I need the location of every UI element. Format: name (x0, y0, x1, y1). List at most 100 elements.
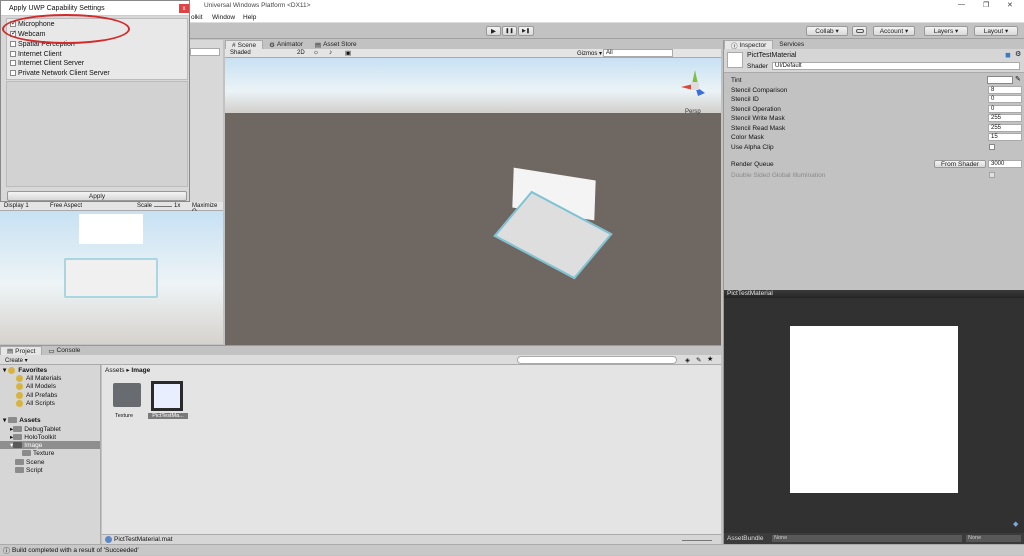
toggle-2d-button[interactable]: 2D (297, 50, 305, 56)
render-queue-mode-dropdown[interactable]: From Shader (934, 160, 986, 168)
shading-mode-dropdown[interactable]: Shaded (230, 50, 292, 56)
shader-dropdown[interactable]: UI/Default (772, 62, 1020, 70)
icon-size-slider[interactable] (682, 540, 712, 541)
dialog-close-button[interactable]: x (179, 4, 189, 13)
assets-header[interactable]: ▾ Assets (3, 416, 41, 424)
prop-value-color-mask[interactable]: 15 (988, 133, 1022, 141)
prop-label-stencil-comparison: Stencil Comparison (731, 87, 788, 94)
display-dropdown[interactable]: Display 1 (4, 203, 29, 209)
tab-scene[interactable]: # Scene (225, 40, 264, 49)
effects-icon[interactable]: ▣ (345, 49, 351, 57)
use-alpha-clip-checkbox[interactable] (989, 144, 995, 150)
eyedropper-icon[interactable]: ✎ (1015, 75, 1021, 83)
collab-button[interactable]: Collab ▾ (806, 26, 848, 36)
tree-item-scene[interactable]: Scene (15, 459, 44, 466)
capability-internet-client-server[interactable]: Internet Client Server (10, 60, 84, 67)
hierarchy-search[interactable] (190, 48, 220, 56)
favorite-item[interactable]: All Scripts (16, 400, 55, 407)
favorites-header[interactable]: ▾ Favorites (3, 366, 47, 374)
scale-slider[interactable] (154, 206, 172, 207)
tree-item-image-selected[interactable]: ▾ Image (0, 441, 100, 449)
scale-value: 1x (174, 203, 181, 209)
help-icon[interactable]: ◼ (1005, 51, 1011, 59)
prop-value-stencil-operation[interactable]: 0 (988, 105, 1022, 113)
tab-project[interactable]: ▤ Project (0, 346, 43, 355)
aspect-dropdown[interactable]: Free Aspect (50, 203, 82, 209)
internet-client-server-checkbox[interactable] (10, 60, 16, 67)
filter-type-icon[interactable]: ◈ (685, 356, 690, 364)
double-sided-gi-label: Double Sided Global Illumination (731, 172, 826, 179)
tree-item-debugtablet[interactable]: ▸ DebugTablet (10, 425, 61, 433)
prop-value-stencil-id[interactable]: 0 (988, 95, 1022, 103)
render-queue-label: Render Queue (731, 161, 774, 168)
pause-button[interactable]: ❚❚ (502, 26, 517, 36)
material-thumbnail (727, 52, 743, 68)
menu-item-window[interactable]: Window (212, 14, 235, 21)
layout-dropdown[interactable]: Layout ▾ (974, 26, 1018, 36)
layers-dropdown[interactable]: Layers ▾ (924, 26, 968, 36)
tab-asset-store[interactable]: ▤ Asset Store (309, 40, 363, 49)
project-search-input[interactable] (517, 356, 677, 364)
menu-item-toolkit[interactable]: olkit (191, 14, 203, 21)
tab-animator[interactable]: ⚙ Animator (263, 40, 309, 49)
asset-item-material[interactable]: PictTestMa... (148, 381, 188, 421)
create-dropdown[interactable]: Create ▾ (5, 357, 28, 364)
render-queue-value[interactable]: 3000 (988, 160, 1022, 168)
capability-internet-client[interactable]: Internet Client (10, 51, 62, 58)
prop-value-stencil-read-mask[interactable]: 255 (988, 124, 1022, 132)
step-button[interactable]: ▶❚ (518, 26, 534, 36)
play-button[interactable]: ▶ (486, 26, 501, 36)
settings-gear-icon[interactable]: ⚙ (1015, 50, 1021, 58)
breadcrumb-root[interactable]: Assets (105, 367, 125, 374)
favorite-item[interactable]: All Materials (16, 375, 61, 382)
tab-console[interactable]: ▭ Console (42, 346, 86, 355)
scene-tab-icon: # (232, 41, 236, 49)
tree-item-holotoolkit[interactable]: ▸ HoloToolkit (10, 433, 56, 441)
prop-value-stencil-comparison[interactable]: 8 (988, 86, 1022, 94)
scene-gizmo[interactable] (677, 68, 713, 104)
expand-arrow-icon: ▾ (3, 367, 7, 374)
dialog-title: Apply UWP Capability Settings (9, 5, 105, 12)
status-message[interactable]: Build completed with a result of 'Succee… (12, 547, 139, 554)
tree-item-script[interactable]: Script (15, 467, 43, 474)
tab-services[interactable]: Services (773, 40, 810, 49)
prop-value-stencil-write-mask[interactable]: 255 (988, 114, 1022, 122)
gizmos-dropdown[interactable]: Gizmos ▾ (577, 50, 602, 57)
project-panel: ▤ Project ▭ Console Create ▾ ◈ ✎ ★ ▾ Favori… (0, 345, 721, 545)
breadcrumb-current[interactable]: Image (131, 367, 150, 374)
annotation-circle (2, 14, 130, 44)
persp-label[interactable]: Persp (685, 109, 701, 115)
material-header: PictTestMaterial Shader UI/Default ◼ ⚙ (724, 49, 1024, 73)
apply-button[interactable]: Apply (7, 191, 187, 201)
cloud-button[interactable] (852, 26, 867, 36)
minimize-icon[interactable]: — (958, 1, 965, 8)
assetbundle-variant-dropdown[interactable]: None (966, 535, 1021, 542)
tab-inspector[interactable]: ⓘ Inspector (724, 40, 774, 50)
scene-search-input[interactable]: All (603, 49, 673, 57)
material-file-icon (105, 536, 112, 543)
light-icon[interactable]: ☼ (313, 49, 319, 56)
filter-label-icon[interactable]: ✎ (696, 356, 701, 364)
close-icon[interactable]: ✕ (1007, 1, 1013, 9)
selected-file-path: PictTestMaterial.mat (114, 536, 173, 543)
spatial-perception-checkbox[interactable] (10, 41, 16, 48)
scene-toolbar: Shaded 2D ☼ ♪ ▣ Gizmos ▾ All (225, 49, 721, 58)
private-network-checkbox[interactable] (10, 70, 16, 77)
dialog-title-bar: Apply UWP Capability Settings x (1, 1, 189, 16)
favorite-item[interactable]: All Models (16, 383, 56, 390)
preview-corner-icon[interactable]: ◆ (1013, 520, 1018, 528)
account-dropdown[interactable]: Account ▾ (873, 26, 915, 36)
shader-label: Shader (747, 63, 768, 70)
favorite-item[interactable]: All Prefabs (16, 392, 57, 399)
audio-icon[interactable]: ♪ (329, 49, 332, 56)
favorite-star-icon[interactable]: ★ (707, 355, 713, 363)
tint-color-field[interactable] (987, 76, 1013, 84)
internet-client-checkbox[interactable] (10, 51, 16, 58)
assetbundle-dropdown[interactable]: None (772, 535, 962, 542)
capability-private-network[interactable]: Private Network Client Server (10, 70, 110, 77)
menu-item-help[interactable]: Help (243, 14, 256, 21)
asset-item-texture-folder[interactable]: Texture (111, 381, 143, 421)
tree-item-texture[interactable]: Texture (22, 450, 54, 457)
folder-icon (15, 459, 24, 466)
maximize-icon[interactable]: ❐ (983, 1, 989, 9)
